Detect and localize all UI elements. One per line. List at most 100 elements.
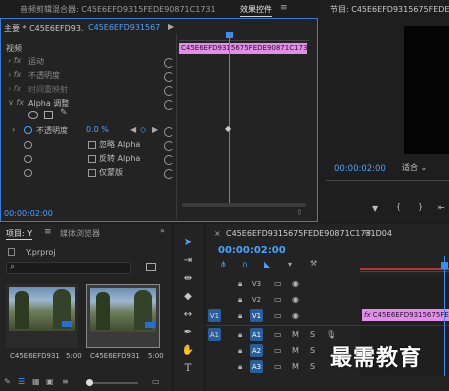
reset-icon[interactable] bbox=[164, 141, 174, 151]
lock-icon[interactable]: 🔒︎ bbox=[238, 293, 242, 307]
eye-icon[interactable]: ◉ bbox=[292, 293, 299, 307]
invert-alpha-checkbox[interactable]: 反转 Alpha bbox=[88, 153, 140, 164]
tab-audio-mixer[interactable]: 音频剪辑混合器: C45E6EFD9315FEDE90871C1731D04 bbox=[20, 4, 215, 15]
keyframe-icon[interactable]: ◆ bbox=[225, 124, 231, 133]
program-fit-select[interactable]: 适合 ⌄ bbox=[402, 162, 427, 173]
ec-timecode[interactable]: 00:00:02:00 bbox=[4, 209, 53, 218]
ec-scrollbar[interactable] bbox=[182, 203, 306, 207]
mark-in-icon[interactable]: ▼ bbox=[372, 204, 378, 213]
reset-icon[interactable] bbox=[164, 58, 174, 68]
lock-icon[interactable]: 🔒︎ bbox=[238, 328, 242, 342]
ec-timeline-clip[interactable]: C45E6EFD9315675FEDE90871C1731D04 bbox=[179, 43, 307, 54]
lock-icon[interactable]: 🔒︎ bbox=[238, 277, 242, 291]
marker-icon[interactable]: ▾ bbox=[288, 260, 292, 269]
stopwatch-icon[interactable] bbox=[24, 141, 32, 149]
mark-clip-icon[interactable]: { bbox=[396, 202, 401, 211]
track-target-button[interactable]: V3 bbox=[250, 277, 263, 290]
mute-button[interactable]: M bbox=[292, 344, 299, 358]
program-title[interactable]: 节目: C45E6EFD9315675FEDE90871C1731D04 bbox=[330, 4, 449, 15]
prev-keyframe-icon[interactable]: ◀ bbox=[130, 125, 136, 134]
stopwatch-icon[interactable] bbox=[24, 169, 32, 177]
pen-mask-icon[interactable]: ✎ bbox=[60, 108, 68, 118]
reset-icon[interactable] bbox=[164, 155, 174, 165]
add-keyframe-icon[interactable]: ◇ bbox=[140, 125, 146, 134]
zoom-slider[interactable] bbox=[86, 382, 138, 384]
reset-icon[interactable] bbox=[164, 72, 174, 82]
sort-icon[interactable]: ≡ bbox=[62, 377, 69, 386]
ec-row-motion[interactable]: 运动 bbox=[28, 56, 44, 67]
track-target-button[interactable]: A2 bbox=[250, 344, 263, 357]
bin-item[interactable] bbox=[86, 284, 160, 348]
more-panels-icon[interactable]: » bbox=[160, 226, 165, 235]
pencil-icon[interactable]: ✎ bbox=[4, 377, 11, 386]
reset-icon[interactable] bbox=[164, 100, 174, 110]
program-timecode[interactable]: 00:00:02:00 bbox=[334, 164, 386, 174]
sync-lock-icon[interactable]: ▭ bbox=[274, 328, 282, 342]
freeform-view-icon[interactable]: ▣ bbox=[46, 377, 54, 386]
snap-icon[interactable]: ⋔ bbox=[220, 260, 227, 269]
icon-view-icon[interactable]: ▦ bbox=[32, 377, 40, 386]
timeline-clip[interactable]: fxC45E6EFD9315675FEDE90871C1731D04 bbox=[362, 309, 449, 321]
track-header-v3[interactable]: 🔒︎ V3 ▭ ◉ bbox=[206, 276, 358, 292]
selection-tool-icon[interactable]: ➤ bbox=[180, 236, 196, 250]
ec-playhead[interactable] bbox=[229, 33, 230, 203]
expand-chevron-icon[interactable]: › bbox=[12, 125, 15, 134]
solo-button[interactable]: S bbox=[310, 360, 315, 374]
lock-icon[interactable]: 🔒︎ bbox=[238, 309, 242, 323]
rectangle-mask-icon[interactable] bbox=[44, 111, 53, 119]
search-input[interactable] bbox=[6, 262, 131, 274]
tab-project[interactable]: 项目: Y bbox=[6, 228, 33, 240]
play-icon[interactable]: ▶ bbox=[168, 22, 174, 31]
reset-icon[interactable] bbox=[164, 169, 174, 179]
ec-clip-label[interactable]: C45E6EFD931567... bbox=[88, 23, 160, 32]
mute-button[interactable]: M bbox=[292, 360, 299, 374]
ec-opacity-value[interactable]: 0.0 % bbox=[86, 125, 109, 134]
next-keyframe-icon[interactable]: ▶ bbox=[152, 125, 158, 134]
sync-lock-icon[interactable]: ▭ bbox=[274, 277, 282, 291]
bin-item[interactable] bbox=[6, 284, 78, 348]
track-header-v2[interactable]: 🔒︎ V2 ▭ ◉ bbox=[206, 292, 358, 308]
track-target-button[interactable]: V1 bbox=[250, 309, 263, 322]
ec-source-label[interactable]: 主要 * C45E6EFD93... bbox=[4, 23, 84, 34]
track-select-tool-icon[interactable]: ⇥ bbox=[180, 254, 196, 268]
mark-out-icon[interactable]: } bbox=[418, 202, 423, 211]
solo-button[interactable]: S bbox=[310, 328, 315, 342]
tab-effect-controls[interactable]: 效果控件 bbox=[240, 4, 272, 17]
new-bin-icon[interactable] bbox=[146, 263, 156, 271]
slip-tool-icon[interactable]: ↔ bbox=[180, 308, 196, 322]
hamburger-icon[interactable]: ≡ bbox=[364, 228, 372, 238]
export-icon[interactable]: ⇪ bbox=[296, 208, 303, 217]
ellipse-mask-icon[interactable] bbox=[28, 111, 38, 119]
stopwatch-icon[interactable] bbox=[24, 155, 32, 163]
reset-icon[interactable] bbox=[164, 86, 174, 96]
ec-row-opacity[interactable]: 不透明度 bbox=[28, 70, 60, 81]
linked-selection-icon[interactable]: ∩ bbox=[242, 260, 248, 269]
list-view-icon[interactable]: ☰ bbox=[18, 377, 25, 386]
hamburger-icon[interactable]: ≡ bbox=[44, 227, 52, 237]
sync-lock-icon[interactable]: ▭ bbox=[274, 360, 282, 374]
zoom-slider-handle[interactable] bbox=[86, 379, 93, 386]
add-marker-icon[interactable]: ◣ bbox=[264, 260, 270, 269]
mute-button[interactable]: M bbox=[292, 328, 299, 342]
tab-media-browser[interactable]: 媒体浏览器 bbox=[60, 228, 100, 239]
timeline-playhead[interactable] bbox=[444, 256, 445, 376]
sync-lock-icon[interactable]: ▭ bbox=[274, 309, 282, 323]
type-tool-icon[interactable]: T bbox=[180, 362, 196, 376]
pen-tool-icon[interactable]: ✒ bbox=[180, 326, 196, 340]
sequence-timecode[interactable]: 00:00:02:00 bbox=[218, 245, 286, 256]
source-patch-button[interactable]: A1 bbox=[208, 328, 221, 341]
bin-icon[interactable]: ▭ bbox=[152, 377, 160, 386]
source-patch-button[interactable]: V1 bbox=[208, 309, 221, 322]
lock-icon[interactable]: 🔒︎ bbox=[238, 360, 242, 374]
solo-button[interactable]: S bbox=[310, 344, 315, 358]
razor-tool-icon[interactable]: ◆ bbox=[180, 290, 196, 304]
ec-playhead-head[interactable] bbox=[226, 32, 233, 38]
eye-icon[interactable]: ◉ bbox=[292, 277, 299, 291]
track-target-button[interactable]: V2 bbox=[250, 293, 263, 306]
track-target-button[interactable]: A1 bbox=[250, 328, 263, 341]
track-target-button[interactable]: A3 bbox=[250, 360, 263, 373]
lock-icon[interactable]: 🔒︎ bbox=[238, 344, 242, 358]
stopwatch-icon[interactable] bbox=[24, 126, 32, 134]
hamburger-icon[interactable]: ≡ bbox=[280, 3, 288, 13]
reset-icon[interactable] bbox=[164, 127, 174, 137]
